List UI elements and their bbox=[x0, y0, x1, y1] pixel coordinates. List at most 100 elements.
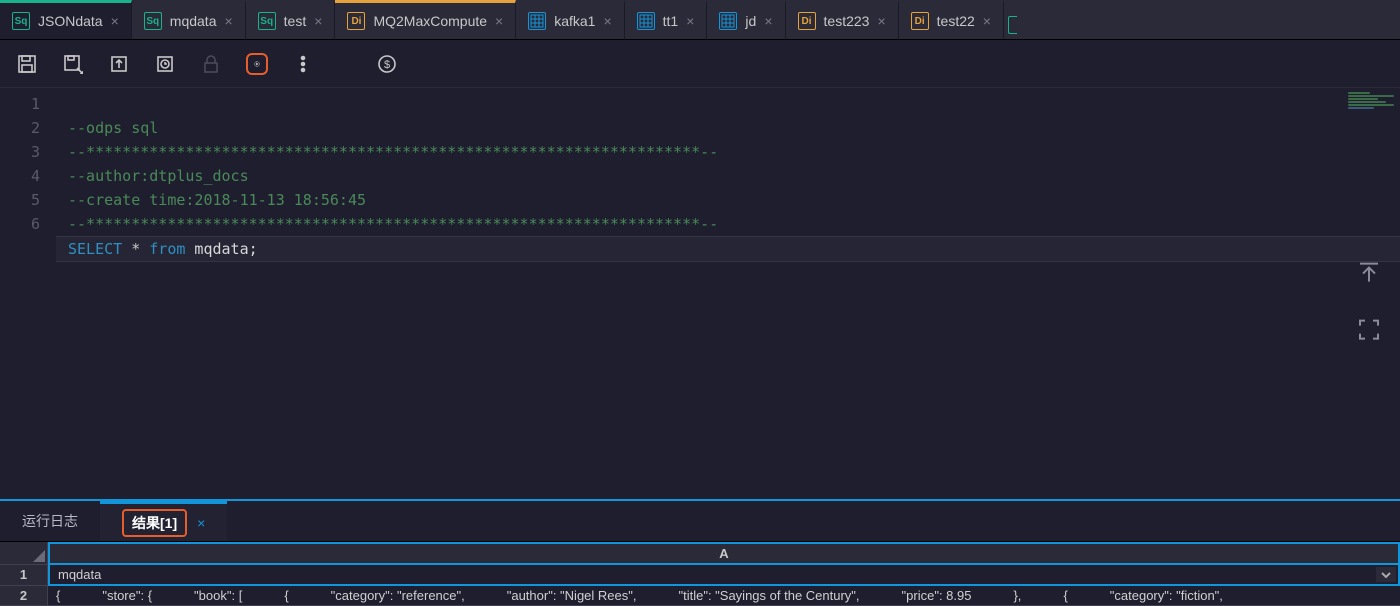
cell-value: mqdata bbox=[58, 567, 101, 582]
cell-fragment: { bbox=[1063, 588, 1067, 603]
column-header-a[interactable]: A bbox=[48, 542, 1400, 565]
file-tab-mqdata[interactable]: Sq mqdata × bbox=[132, 0, 246, 39]
file-tab-tt1[interactable]: tt1 × bbox=[625, 0, 708, 39]
sql-icon bbox=[1008, 16, 1017, 34]
tab-label: mqdata bbox=[170, 13, 217, 29]
table-icon bbox=[719, 12, 737, 30]
sql-keyword: SELECT bbox=[68, 240, 122, 258]
sql-keyword: from bbox=[149, 240, 185, 258]
file-tab-bar: Sq JSONdata × Sq mqdata × Sq test × Di M… bbox=[0, 0, 1400, 40]
cell-a1[interactable]: mqdata bbox=[48, 565, 1400, 586]
cell-fragment: }, bbox=[1013, 588, 1021, 603]
submit-icon[interactable] bbox=[108, 53, 130, 75]
save-as-icon[interactable] bbox=[62, 53, 84, 75]
file-tab-mq2maxcompute[interactable]: Di MQ2MaxCompute × bbox=[335, 0, 516, 39]
table-icon bbox=[528, 12, 546, 30]
close-icon[interactable]: × bbox=[111, 14, 119, 28]
line-number: 1 bbox=[0, 92, 40, 116]
file-tab-kafka1[interactable]: kafka1 × bbox=[516, 0, 624, 39]
line-number: 6 bbox=[0, 212, 40, 236]
tab-label: test bbox=[284, 13, 307, 29]
svg-text:$: $ bbox=[384, 59, 390, 71]
file-tab-jsondata[interactable]: Sq JSONdata × bbox=[0, 0, 132, 39]
save-icon[interactable] bbox=[16, 53, 38, 75]
sql-icon: Sq bbox=[12, 12, 30, 30]
scroll-to-top-icon[interactable] bbox=[1356, 259, 1382, 288]
sql-token: * bbox=[122, 240, 149, 258]
close-icon[interactable]: × bbox=[603, 14, 611, 28]
line-number: 5 bbox=[0, 188, 40, 212]
tab-label: test22 bbox=[937, 13, 975, 29]
grid-row-2[interactable]: 2 { "store": { "book": [ { "category": "… bbox=[0, 586, 1400, 606]
cell-fragment: "author": "Nigel Rees", bbox=[507, 588, 637, 603]
line-number: 3 bbox=[0, 140, 40, 164]
minimap[interactable] bbox=[1348, 92, 1396, 100]
code-comment: --**************************************… bbox=[68, 215, 718, 233]
fullscreen-icon[interactable] bbox=[1356, 316, 1382, 345]
line-number: 4 bbox=[0, 164, 40, 188]
cell-fragment: "store": { bbox=[102, 588, 152, 603]
close-icon[interactable]: × bbox=[764, 14, 772, 28]
code-comment: --**************************************… bbox=[68, 143, 718, 161]
tab-label: 结果[1] bbox=[122, 509, 187, 537]
schedule-icon[interactable] bbox=[154, 53, 176, 75]
table-icon bbox=[637, 12, 655, 30]
di-icon: Di bbox=[347, 12, 365, 30]
file-tab-overflow[interactable] bbox=[1004, 0, 1022, 39]
tab-label: kafka1 bbox=[554, 13, 595, 29]
result-tab-bar: 运行日志 结果[1] × bbox=[0, 501, 1400, 541]
lock-icon bbox=[200, 53, 222, 75]
close-icon[interactable]: × bbox=[224, 14, 232, 28]
line-gutter: 1 2 3 4 5 6 bbox=[0, 88, 56, 499]
tab-label: tt1 bbox=[663, 13, 679, 29]
tab-label: JSONdata bbox=[38, 13, 103, 29]
run-button[interactable] bbox=[246, 53, 268, 75]
cell-a2[interactable]: { "store": { "book": [ { "category": "re… bbox=[48, 586, 1400, 606]
file-tab-test223[interactable]: Di test223 × bbox=[786, 0, 899, 39]
code-comment: --odps sql bbox=[68, 119, 158, 137]
cell-fragment: "book": [ bbox=[194, 588, 242, 603]
close-icon[interactable]: × bbox=[314, 14, 322, 28]
tab-result-1[interactable]: 结果[1] × bbox=[100, 501, 227, 541]
result-panel: 运行日志 结果[1] × A 1 mqdata 2 { "store": { bbox=[0, 499, 1400, 606]
close-icon[interactable]: × bbox=[197, 515, 205, 531]
close-icon[interactable]: × bbox=[983, 14, 991, 28]
sql-icon: Sq bbox=[144, 12, 162, 30]
sql-identifier: mqdata; bbox=[185, 240, 257, 258]
tab-run-log[interactable]: 运行日志 bbox=[0, 501, 100, 541]
code-line-active: SELECT * from mqdata; bbox=[56, 236, 1400, 262]
di-icon: Di bbox=[798, 12, 816, 30]
grid-corner[interactable] bbox=[0, 542, 48, 565]
row-number[interactable]: 1 bbox=[0, 565, 48, 586]
tab-label: 运行日志 bbox=[22, 511, 78, 531]
code-comment: --author:dtplus_docs bbox=[68, 167, 249, 185]
code-editor[interactable]: 1 2 3 4 5 6 --odps sql --***************… bbox=[0, 88, 1400, 499]
cell-fragment: { bbox=[56, 588, 60, 603]
editor-toolbar: $ bbox=[0, 40, 1400, 88]
more-icon[interactable] bbox=[292, 53, 314, 75]
grid-row-1[interactable]: 1 mqdata bbox=[0, 565, 1400, 586]
cell-dropdown-icon[interactable] bbox=[1376, 567, 1396, 582]
editor-side-actions bbox=[1356, 259, 1382, 345]
file-tab-test[interactable]: Sq test × bbox=[246, 0, 336, 39]
file-tab-jd[interactable]: jd × bbox=[707, 0, 785, 39]
grid-header-row: A bbox=[0, 542, 1400, 565]
cell-fragment: "price": 8.95 bbox=[902, 588, 972, 603]
tab-label: test223 bbox=[824, 13, 870, 29]
close-icon[interactable]: × bbox=[686, 14, 694, 28]
code-area[interactable]: --odps sql --***************************… bbox=[56, 88, 1400, 499]
cost-icon[interactable]: $ bbox=[376, 53, 398, 75]
code-comment: --create time:2018-11-13 18:56:45 bbox=[68, 191, 366, 209]
close-icon[interactable]: × bbox=[495, 14, 503, 28]
cell-fragment: "category": "reference", bbox=[331, 588, 465, 603]
close-icon[interactable]: × bbox=[877, 14, 885, 28]
tab-label: jd bbox=[745, 13, 756, 29]
file-tab-test22[interactable]: Di test22 × bbox=[899, 0, 1004, 39]
cell-fragment: { bbox=[284, 588, 288, 603]
sql-icon: Sq bbox=[258, 12, 276, 30]
row-number[interactable]: 2 bbox=[0, 586, 48, 606]
line-number: 2 bbox=[0, 116, 40, 140]
cell-fragment: "title": "Sayings of the Century", bbox=[678, 588, 859, 603]
result-grid: A 1 mqdata 2 { "store": { "book": [ { "c… bbox=[0, 541, 1400, 606]
cell-fragment: "category": "fiction", bbox=[1110, 588, 1223, 603]
